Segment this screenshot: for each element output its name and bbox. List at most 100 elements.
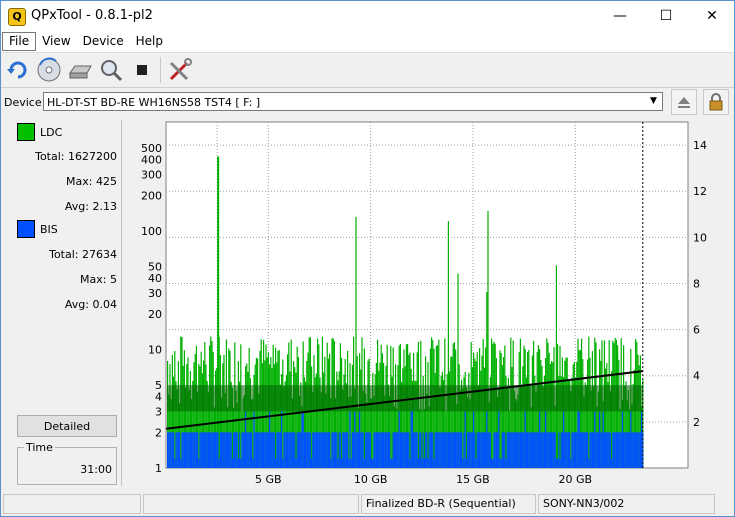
bis-bar <box>590 432 592 468</box>
close-button[interactable]: ✕ <box>689 1 735 32</box>
refresh-icon[interactable] <box>5 57 31 83</box>
menu-help[interactable]: Help <box>130 32 169 52</box>
bis-bar <box>605 432 607 468</box>
bis-bar <box>602 411 604 468</box>
bis-bar <box>566 432 568 468</box>
bis-bar <box>236 432 238 468</box>
bis-avg: Avg: 0.04 <box>12 298 117 311</box>
drive-icon[interactable] <box>67 57 93 83</box>
bis-bar <box>525 432 527 468</box>
bis-bar <box>311 458 313 468</box>
bis-bar <box>420 432 422 468</box>
bis-bar <box>288 432 290 468</box>
detailed-button[interactable]: Detailed <box>17 415 117 437</box>
eject-button[interactable] <box>671 89 697 115</box>
bis-bar <box>433 458 435 468</box>
bis-bar <box>228 432 230 468</box>
bis-bar <box>281 411 283 468</box>
ldc-bar <box>341 357 343 468</box>
bis-legend-label: BIS <box>40 223 58 236</box>
bis-bar <box>230 432 232 468</box>
disc-scan-icon[interactable] <box>36 57 62 83</box>
stop-icon[interactable] <box>129 57 155 83</box>
bis-bar <box>407 432 409 468</box>
bis-bar <box>597 432 599 468</box>
bis-bar <box>270 432 272 468</box>
bis-bar <box>509 432 511 468</box>
bis-bar <box>197 432 199 468</box>
bis-bar <box>307 432 309 468</box>
status-cell-2 <box>143 494 359 514</box>
bis-bar <box>577 411 579 468</box>
magnifier-icon[interactable] <box>98 57 124 83</box>
bis-bar <box>200 432 202 468</box>
bis-bar <box>530 432 532 468</box>
bis-bar <box>543 432 545 468</box>
bis-bar <box>380 432 382 468</box>
device-select[interactable]: HL-DT-ST BD-RE WH16NS58 TST4 [ F: ] ▼ <box>43 92 663 111</box>
bis-bar <box>203 432 205 468</box>
bis-bar <box>489 432 491 468</box>
menu-view[interactable]: View <box>36 32 76 52</box>
bis-bar <box>615 432 617 468</box>
bis-bar <box>584 432 586 468</box>
bis-bar <box>549 432 551 468</box>
bis-bar <box>174 458 176 468</box>
bis-bar <box>492 458 494 468</box>
bis-bar <box>491 458 493 468</box>
bis-bar <box>627 432 629 468</box>
bis-bar <box>319 432 321 468</box>
bis-bar <box>243 432 245 468</box>
bis-bar <box>416 432 418 468</box>
status-cell-1 <box>3 494 141 514</box>
bis-bar <box>318 432 320 468</box>
bis-bar <box>499 458 501 468</box>
bis-bar <box>498 411 500 468</box>
bis-bar <box>440 432 442 468</box>
y-right-tick-label: 2 <box>693 416 700 429</box>
bis-bar <box>278 432 280 468</box>
bis-bar <box>553 432 555 468</box>
bis-bar <box>451 432 453 468</box>
bis-bar <box>248 432 250 468</box>
y-left-tick-label: 2 <box>155 426 162 439</box>
bis-bar <box>554 432 556 468</box>
bis-bar <box>445 432 447 468</box>
bis-bar <box>565 432 567 468</box>
bis-bar <box>374 432 376 468</box>
bis-bar <box>518 432 520 468</box>
ldc-band <box>167 385 643 412</box>
bis-bar <box>541 432 543 468</box>
bis-bar <box>177 432 179 468</box>
bis-bar <box>366 432 368 468</box>
bis-bar <box>392 432 394 468</box>
app-icon: Q <box>8 8 26 26</box>
bis-bar <box>494 432 496 468</box>
bis-bar <box>636 432 638 468</box>
bis-bar <box>171 432 173 468</box>
lock-button[interactable] <box>703 89 729 115</box>
bis-bar <box>551 432 553 468</box>
tools-icon[interactable] <box>167 57 193 83</box>
bis-bar <box>479 432 481 468</box>
bis-bar <box>345 432 347 468</box>
bis-bar <box>333 432 335 468</box>
minimize-button[interactable]: — <box>597 1 643 32</box>
bis-bar <box>414 432 416 468</box>
chevron-down-icon[interactable]: ▼ <box>647 95 660 108</box>
bis-bar <box>563 411 565 468</box>
bis-bar <box>629 432 631 468</box>
y-right-tick-label: 6 <box>693 324 700 337</box>
bis-bar <box>540 432 542 468</box>
bis-bar <box>223 432 225 468</box>
bis-bar <box>347 432 349 468</box>
bis-bar <box>365 432 367 468</box>
bis-bar <box>387 432 389 468</box>
bis-bar <box>521 432 523 468</box>
maximize-button[interactable]: ☐ <box>643 1 689 32</box>
bis-bar <box>623 432 625 468</box>
bis-bar <box>614 432 616 468</box>
menu-device[interactable]: Device <box>77 32 130 52</box>
y-right-tick-label: 14 <box>693 139 707 152</box>
menu-file[interactable]: File <box>2 32 37 51</box>
